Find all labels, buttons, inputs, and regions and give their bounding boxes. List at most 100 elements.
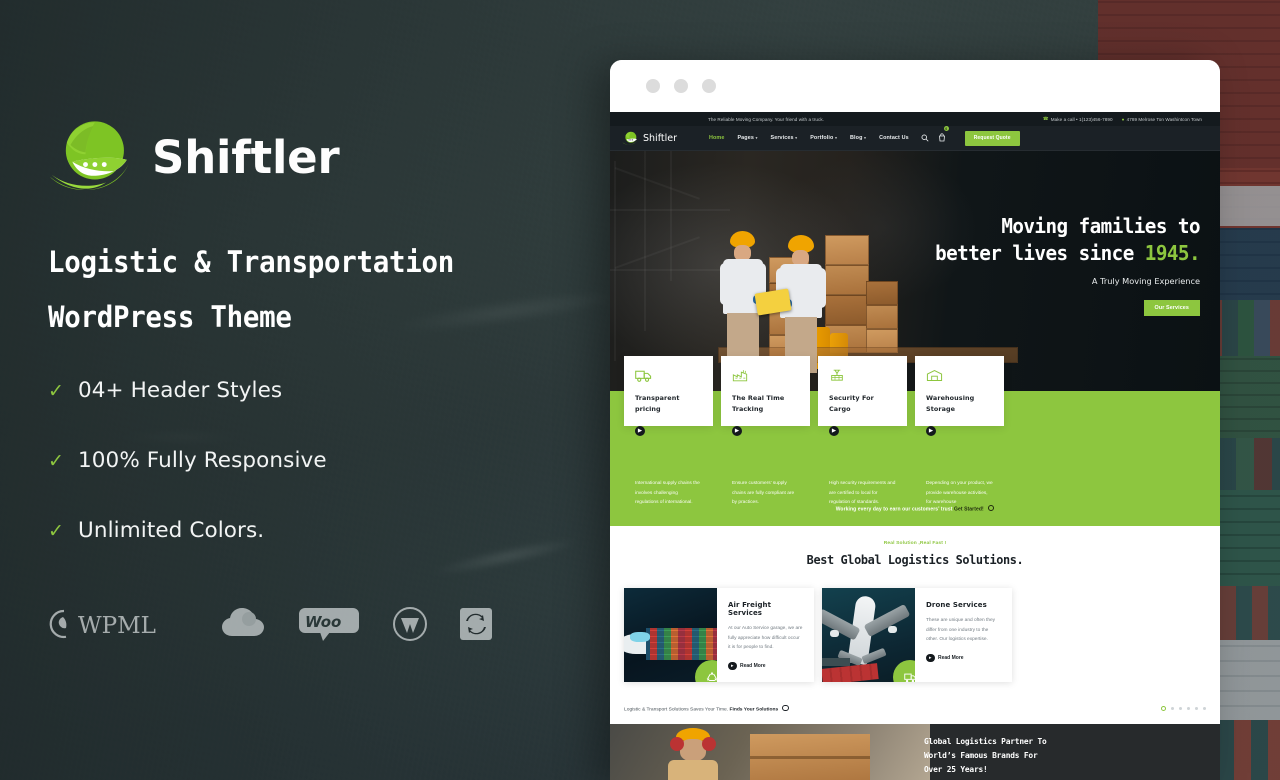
check-icon: ✓ — [48, 521, 64, 542]
pagination-dot-6[interactable] — [1202, 706, 1206, 710]
nav-item-label: Portfolio — [810, 135, 834, 141]
cart-button[interactable]: 0 — [938, 126, 949, 147]
ship-leaf-logo-icon — [622, 131, 638, 145]
promo-panel: Shiftler Logistic & Transportation WordP… — [0, 0, 600, 780]
arrow-circle-icon[interactable]: ▶ — [926, 426, 936, 436]
solutions-cards: Air Freight Services At our Auto Service… — [624, 588, 1012, 682]
revolution-slider-logo-icon — [460, 608, 492, 640]
footline-text: Logistic & Transport Solutions Saves You… — [624, 704, 789, 712]
cargo-airplane-photo — [822, 588, 915, 682]
page-title-line1: Logistic & Transportation — [48, 245, 454, 279]
service-card-security-for-cargo[interactable]: Security For Cargo ▶ — [818, 356, 907, 436]
cargo-security-icon — [831, 369, 843, 381]
solutions-eyebrow: Real Solution ,Real Fast ! — [883, 541, 947, 546]
arrow-circle-icon[interactable]: ▶ — [732, 426, 742, 436]
nav-item-services[interactable]: Services ▾ — [771, 135, 798, 141]
nav-item-label: Services — [770, 135, 794, 141]
solution-card-title: Air Freight Services — [728, 601, 772, 617]
nav-item-contact-us[interactable]: Contact Us — [879, 135, 909, 141]
cart-count-badge: 0 — [943, 126, 949, 131]
service-card-title: Warehousing Storage — [926, 394, 975, 413]
page-title: Logistic & Transportation WordPress Them… — [48, 235, 485, 345]
pagination-dot-4[interactable] — [1186, 706, 1190, 710]
svg-text:WPML: WPML — [78, 613, 156, 639]
map-pin-icon: ● — [1121, 116, 1125, 122]
wpml-logo-icon: WPML — [49, 609, 156, 639]
hero-title: Moving families to better lives since 19… — [909, 213, 1200, 267]
phone-icon: ☎ — [1042, 116, 1049, 121]
topbar-phone[interactable]: ☎ Make a call • 1(123)456-7890 — [1043, 116, 1113, 122]
box-tape — [750, 756, 870, 759]
search-icon[interactable] — [921, 134, 929, 142]
nav-item-portfolio[interactable]: Portfolio ▾ — [810, 135, 837, 141]
browser-titlebar — [610, 60, 1220, 112]
service-card-body: International supply chains the involves… — [635, 481, 700, 505]
arrow-circle-icon[interactable]: ▶ — [829, 426, 839, 436]
read-more-link[interactable]: ▸ Read More — [728, 661, 803, 670]
arrow-circle-icon[interactable]: ▶ — [635, 426, 645, 436]
service-card-real-time-tracking[interactable]: The Real Time Tracking ▶ — [721, 356, 810, 436]
browser-dot-green[interactable] — [702, 79, 716, 93]
factory-icon — [732, 370, 748, 382]
arrow-circle-icon[interactable] — [988, 504, 995, 511]
read-more-link[interactable]: ▸ Read More — [926, 653, 1001, 662]
get-started-link[interactable]: Get Started! — [954, 506, 984, 512]
svg-text:Woo: Woo — [305, 613, 341, 631]
partner-section: Global Logistics Partner To World’s Famo… — [610, 724, 1220, 780]
container-ship-aerial-photo — [624, 588, 717, 682]
solution-card-drone-services[interactable]: Drone Services These are unique and ofte… — [822, 588, 1012, 682]
partner-heading: Global Logistics Partner To World’s Famo… — [924, 734, 1193, 776]
arrow-circle-icon: ▸ — [926, 653, 935, 662]
topbar-address: ● 4789 Melrose Ton Washintcon Town — [1122, 117, 1202, 122]
solution-card-air-freight[interactable]: Air Freight Services At our Auto Service… — [624, 588, 814, 682]
browser-dot-yellow[interactable] — [674, 79, 688, 93]
service-card-title: Transparent pricing — [635, 394, 680, 413]
feature-list: ✓ 04+ Header Styles ✓ 100% Fully Respons… — [48, 378, 508, 588]
hero-subtitle: A Truly Moving Experience — [1091, 276, 1200, 286]
arrow-circle-icon[interactable] — [782, 704, 789, 711]
browser-dot-red[interactable] — [646, 79, 660, 93]
truck-icon — [635, 370, 652, 382]
brand-logo: Shiftler — [48, 118, 340, 196]
bottom-worker — [668, 728, 720, 780]
pagination-dot-1[interactable] — [1160, 705, 1166, 711]
compatibility-logos: WPML Woo — [48, 606, 492, 642]
service-card-body: Depending on your product, we provide wa… — [926, 481, 993, 505]
pagination-dot-2[interactable] — [1170, 706, 1174, 710]
freight-train-icon — [904, 673, 915, 682]
brand-name: Shiftler — [152, 130, 340, 184]
finds-your-solutions-link[interactable]: Finds Your Solutions — [729, 707, 778, 712]
nav-item-label: Pages — [737, 135, 754, 141]
check-icon: ✓ — [48, 451, 64, 472]
service-card-body: Ensure customers’ supply chains are full… — [732, 481, 795, 505]
nav-item-blog[interactable]: Blog ▾ — [850, 135, 866, 141]
hero-cta-button[interactable]: Our Services — [1143, 300, 1200, 316]
browser-mockup: The Reliable Moving Company. Your friend… — [610, 60, 1220, 780]
site-navbar: Shiftler Home Pages ▾ Services ▾ Portfol… — [610, 126, 1220, 151]
nav-item-home[interactable]: Home — [709, 135, 724, 141]
nav-menu: Home Pages ▾ Services ▾ Portfolio ▾ Blog… — [709, 135, 909, 141]
footline-prefix: Logistic & Transport Solutions Saves You… — [624, 707, 730, 712]
request-quote-button[interactable]: Request Quote — [964, 130, 1020, 146]
chevron-down-icon: ▾ — [864, 136, 867, 140]
nav-brand[interactable]: Shiftler — [622, 131, 677, 146]
chevron-down-icon: ▾ — [795, 136, 798, 140]
hero-section: Moving families to better lives since 19… — [610, 151, 1220, 391]
hero-title-line2-text: better lives since — [935, 241, 1145, 265]
nav-item-label: Blog — [850, 135, 863, 141]
pagination-dot-3[interactable] — [1178, 706, 1182, 710]
page-title-line2: WordPress Theme — [48, 300, 292, 334]
hero-title-line2: better lives since 1945. — [909, 240, 1200, 267]
cart-icon — [938, 133, 945, 142]
solution-card-body: These are unique and often they differ f… — [926, 618, 996, 642]
nav-item-pages[interactable]: Pages ▾ — [737, 135, 757, 141]
nav-item-label: Contact Us — [879, 135, 909, 141]
pagination-dot-5[interactable] — [1194, 706, 1198, 710]
service-card-warehousing-storage[interactable]: Warehousing Storage ▶ — [915, 356, 1004, 436]
service-card-transparent-pricing[interactable]: Transparent pricing ▶ — [624, 356, 713, 436]
solution-card-title: Drone Services — [926, 601, 987, 609]
partner-heading-line3: Over 25 Years! — [924, 764, 988, 774]
topbar-phone-label: Make a call • 1(123)456-7890 — [1050, 116, 1113, 122]
service-card-bodies: International supply chains the involves… — [624, 479, 1004, 508]
partner-heading-line2: World’s Famous Brands For — [924, 750, 1038, 760]
